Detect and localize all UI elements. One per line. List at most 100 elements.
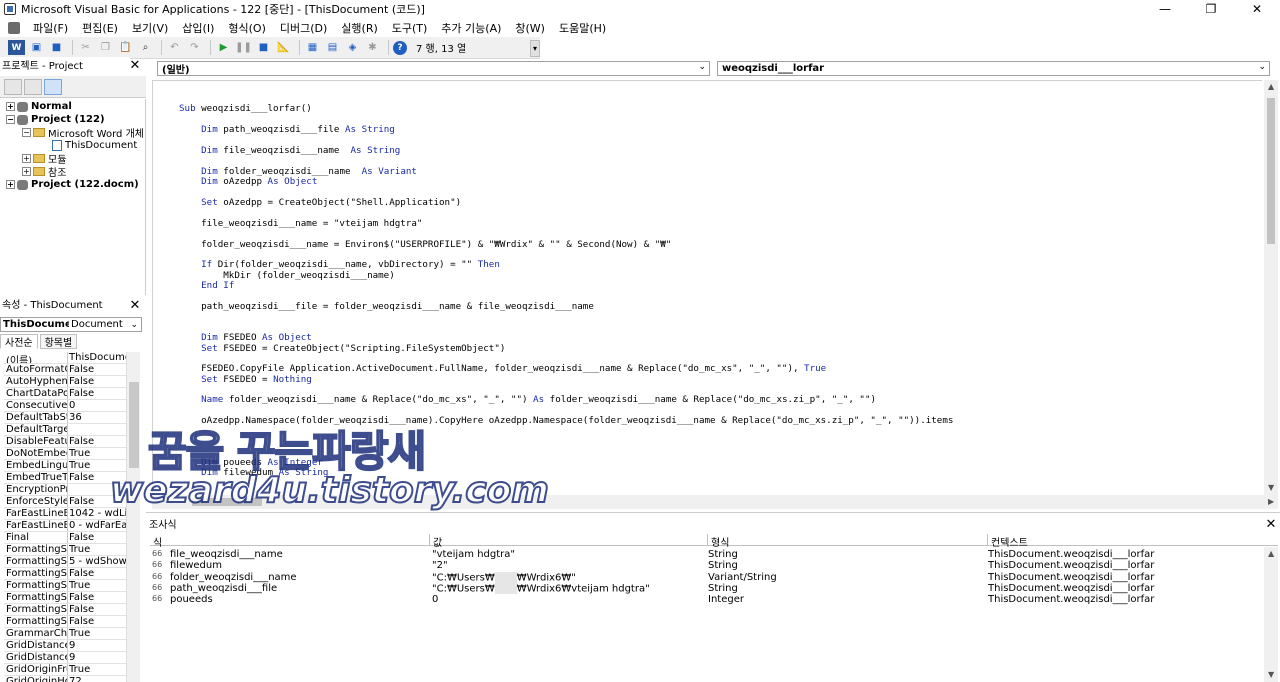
save-icon[interactable]: ■	[48, 40, 65, 55]
run-icon[interactable]: ▶	[215, 40, 232, 55]
property-row[interactable]: FormattingSh True	[4, 580, 126, 592]
tree-node-references[interactable]: + 참조	[22, 165, 66, 179]
property-row[interactable]: FormattingSh False	[4, 616, 126, 628]
property-row[interactable]: GridDistance 9	[4, 640, 126, 652]
scroll-down-icon[interactable]: ▼	[1268, 670, 1274, 679]
close-project-explorer-icon[interactable]: ✕	[128, 58, 142, 73]
property-value[interactable]: True	[68, 544, 126, 555]
property-value[interactable]: False	[68, 472, 126, 483]
code-editor[interactable]: Sub weoqzisdi___lorfar() Dim path_weoqzi…	[152, 80, 1262, 495]
property-value[interactable]: False	[68, 532, 126, 543]
collapse-icon[interactable]: −	[22, 128, 31, 137]
code-vertical-scrollbar[interactable]: ▲ ▼	[1264, 80, 1278, 495]
watch-row[interactable]: 66 file_weoqzisdi___name "vteijam hdgtra" S…	[150, 549, 1264, 560]
properties-object-select[interactable]: ThisDocume Document ⌄	[0, 317, 142, 332]
property-value[interactable]: ThisDocume	[68, 352, 126, 363]
object-browser-icon[interactable]: ◈	[344, 40, 361, 55]
property-value[interactable]: False	[68, 568, 126, 579]
property-value[interactable]: 0 - wdFarEa	[68, 520, 126, 531]
watch-row[interactable]: 66 poueeds 0 Integer ThisDocument.weoqzisdi_…	[150, 594, 1264, 605]
tab-alphabetic[interactable]: 사전순	[0, 334, 38, 349]
property-row[interactable]: (이름) ThisDocume	[4, 352, 126, 364]
tree-node-normal[interactable]: + Normal	[6, 100, 72, 113]
toolbox-icon[interactable]: ✱	[364, 40, 381, 55]
find-icon[interactable]: ⌕	[137, 40, 154, 55]
property-row[interactable]: EmbedTrueTy False	[4, 472, 126, 484]
tree-node-project-122-docm[interactable]: + Project (122.docm)	[6, 178, 139, 191]
property-row[interactable]: ConsecutiveH0	[4, 400, 126, 412]
undo-icon[interactable]: ↶	[166, 40, 183, 55]
project-explorer-icon[interactable]: ▦	[304, 40, 321, 55]
property-value[interactable]: 9	[68, 652, 126, 663]
property-value[interactable]: True	[68, 460, 126, 471]
property-row[interactable]: FarEastLineB 0 - wdFarEa	[4, 520, 126, 532]
property-row[interactable]: GridOriginHo 72	[4, 676, 126, 682]
property-row[interactable]: ChartDataPoi False	[4, 388, 126, 400]
property-value[interactable]: True	[68, 664, 126, 675]
property-value[interactable]	[68, 424, 126, 435]
menu-tools[interactable]: 도구(T)	[385, 20, 435, 36]
menu-window[interactable]: 창(W)	[508, 20, 552, 36]
watch-row[interactable]: 66 folder_weoqzisdi___name "C:₩Users₩ ₩Wrdi…	[150, 571, 1264, 583]
property-row[interactable]: FormattingSh True	[4, 544, 126, 556]
properties-window-icon[interactable]: ▤	[324, 40, 341, 55]
property-value[interactable]: 1042 - wdLir	[68, 508, 126, 519]
properties-scrollbar[interactable]	[126, 352, 140, 682]
property-value[interactable]: 5 - wdShow	[68, 556, 126, 567]
maximize-button[interactable]: ❐	[1188, 0, 1234, 18]
help-icon[interactable]: ?	[393, 40, 407, 55]
menu-edit[interactable]: 편집(E)	[75, 20, 125, 36]
code-horizontal-scrollbar[interactable]: ▶	[152, 495, 1278, 509]
view-word-icon[interactable]: W	[8, 40, 25, 55]
close-properties-icon[interactable]: ✕	[128, 298, 142, 313]
watch-row[interactable]: 66 filewedum "2" String ThisDocument.weoqzis…	[150, 560, 1264, 571]
scroll-thumb[interactable]	[1267, 98, 1275, 244]
menu-help[interactable]: 도움말(H)	[552, 20, 613, 36]
property-value[interactable]: 36	[68, 412, 126, 423]
property-value[interactable]: True	[68, 628, 126, 639]
menu-run[interactable]: 실행(R)	[334, 20, 384, 36]
property-value[interactable]: 9	[68, 640, 126, 651]
scroll-right-icon[interactable]: ▶	[1268, 497, 1274, 506]
menu-insert[interactable]: 삽입(I)	[175, 20, 221, 36]
menu-file[interactable]: 파일(F)	[26, 20, 75, 36]
tab-categorized[interactable]: 항목별	[39, 334, 78, 349]
watch-scrollbar[interactable]: ▲ ▼	[1264, 547, 1278, 682]
scroll-up-icon[interactable]: ▲	[1268, 82, 1274, 91]
toolbar-options-icon[interactable]: ▾	[530, 40, 540, 57]
toggle-folders-icon[interactable]	[44, 78, 62, 95]
property-value[interactable]: True	[68, 448, 126, 459]
column-context[interactable]: 컨텍스트	[988, 534, 1278, 549]
reset-icon[interactable]: ■	[255, 40, 272, 55]
paste-icon[interactable]: 📋	[117, 40, 134, 55]
property-row[interactable]: EnforceStyle False	[4, 496, 126, 508]
property-value[interactable]: False	[68, 364, 126, 375]
property-value[interactable]: False	[68, 388, 126, 399]
menu-debug[interactable]: 디버그(D)	[273, 20, 334, 36]
design-mode-icon[interactable]: 📐	[275, 40, 292, 55]
property-value[interactable]: False	[68, 616, 126, 627]
close-window-button[interactable]: ✕	[1234, 0, 1280, 18]
property-row[interactable]: AutoFormatO False	[4, 364, 126, 376]
cut-icon[interactable]: ✂	[77, 40, 94, 55]
property-row[interactable]: FarEastLineB 1042 - wdLir	[4, 508, 126, 520]
property-row[interactable]: FormattingSh 5 - wdShow	[4, 556, 126, 568]
property-row[interactable]: DisableFeaturFalse	[4, 436, 126, 448]
column-value[interactable]: 값	[430, 534, 708, 549]
property-value[interactable]: 0	[68, 400, 126, 411]
minimize-button[interactable]: —	[1142, 0, 1188, 18]
property-row[interactable]: FormattingSh False	[4, 568, 126, 580]
property-row[interactable]: FormattingSh False	[4, 592, 126, 604]
property-row[interactable]: FormattingSh False	[4, 604, 126, 616]
property-value[interactable]: True	[68, 580, 126, 591]
expand-icon[interactable]: +	[6, 102, 15, 111]
view-object-icon[interactable]	[24, 78, 42, 95]
break-icon[interactable]: ❚❚	[235, 40, 252, 55]
property-row[interactable]: GridOriginFro True	[4, 664, 126, 676]
column-expression[interactable]: 식	[150, 534, 430, 549]
redo-icon[interactable]: ↷	[186, 40, 203, 55]
column-type[interactable]: 형식	[708, 534, 988, 549]
tree-node-word-objects[interactable]: − Microsoft Word 개체	[22, 126, 144, 140]
property-value[interactable]: 72	[68, 676, 126, 682]
expand-icon[interactable]: +	[6, 180, 15, 189]
